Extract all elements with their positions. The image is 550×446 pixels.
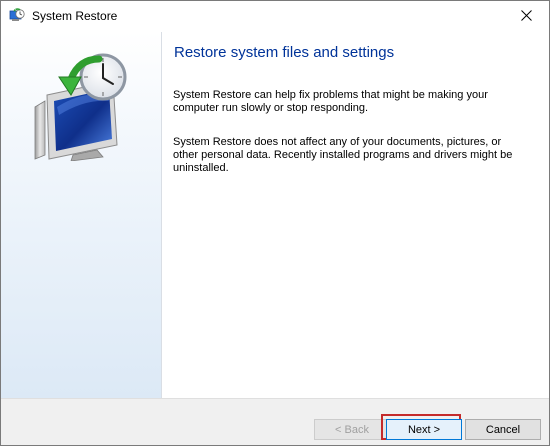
info-paragraph: System Restore does not affect any of yo… [173, 136, 513, 174]
description-paragraph: System Restore can help fix problems tha… [173, 89, 488, 114]
system-restore-icon [9, 8, 25, 24]
cancel-button[interactable]: Cancel [465, 419, 541, 440]
system-restore-monitor-clock-icon [27, 51, 137, 162]
side-panel [1, 32, 162, 398]
next-button[interactable]: Next > [386, 419, 462, 440]
window-title: System Restore [32, 9, 118, 23]
content-area: Restore system files and settings System… [162, 32, 549, 398]
title-bar[interactable]: System Restore [1, 1, 549, 32]
page-title: Restore system files and settings [174, 44, 395, 61]
close-icon [520, 8, 532, 26]
system-restore-window: System Restore Restore system files and … [0, 0, 550, 446]
button-bar: < Back Next > Cancel [1, 398, 549, 445]
back-button[interactable]: < Back [314, 419, 390, 440]
close-button[interactable] [503, 1, 549, 32]
